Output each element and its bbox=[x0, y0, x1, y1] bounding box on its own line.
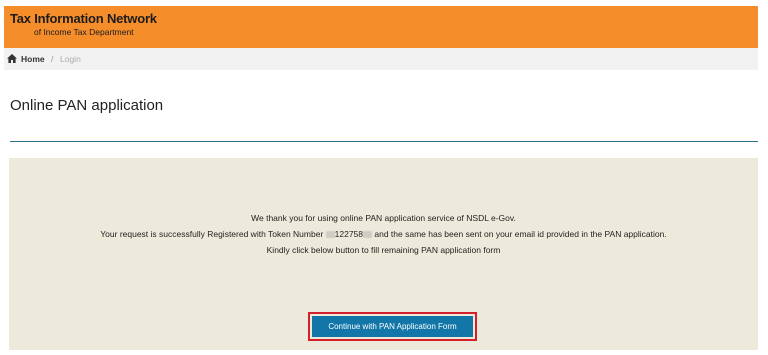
token-redaction-mask bbox=[363, 231, 373, 239]
registration-message-suffix: and the same has been sent on your email… bbox=[372, 229, 667, 239]
registration-message-prefix: Your request is successfully Registered … bbox=[100, 229, 326, 239]
continue-pan-form-button[interactable]: Continue with PAN Application Form bbox=[312, 316, 473, 337]
brand-subtitle: of Income Tax Department bbox=[34, 27, 134, 37]
page-frame: Tax Information Network of Income Tax De… bbox=[4, 6, 758, 350]
site-header: Tax Information Network of Income Tax De… bbox=[4, 6, 758, 48]
thank-you-message: We thank you for using online PAN applic… bbox=[251, 213, 516, 223]
token-redaction-mask bbox=[325, 231, 335, 239]
breadcrumb-home-link[interactable]: Home bbox=[21, 54, 45, 64]
brand-title[interactable]: Tax Information Network bbox=[10, 11, 157, 26]
title-divider bbox=[10, 141, 758, 142]
breadcrumb-current: Login bbox=[60, 54, 81, 64]
instruction-message: Kindly click below button to fill remain… bbox=[266, 245, 501, 255]
registration-message: Your request is successfully Registered … bbox=[9, 229, 758, 239]
page-title: Online PAN application bbox=[10, 97, 164, 114]
breadcrumb-separator: / bbox=[51, 54, 54, 64]
button-highlight-box: Continue with PAN Application Form bbox=[308, 312, 477, 341]
token-number: 122758 bbox=[334, 229, 364, 239]
home-icon bbox=[7, 54, 17, 63]
confirmation-panel: We thank you for using online PAN applic… bbox=[9, 158, 758, 350]
breadcrumb: Home / Login bbox=[4, 48, 758, 70]
